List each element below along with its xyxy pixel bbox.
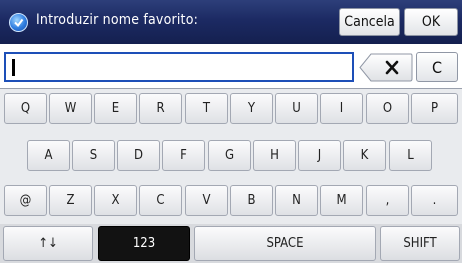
key[interactable]: N [275,185,318,216]
key[interactable]: S [72,140,115,171]
help-circle-icon [9,13,28,32]
cancel-button[interactable]: Cancela [339,8,400,36]
ok-button[interactable]: OK [404,8,458,36]
key[interactable]: W [49,93,92,124]
page-title: Introduzir nome favorito: [36,12,199,28]
key[interactable]: R [139,93,182,124]
case-toggle-button[interactable]: ↑↓ [3,226,93,261]
key[interactable]: E [94,93,137,124]
key[interactable]: G [208,140,251,171]
key[interactable]: T [185,93,228,124]
divider [0,88,462,89]
key[interactable]: V [185,185,228,216]
key[interactable]: C [139,185,182,216]
key[interactable]: L [389,140,432,171]
key[interactable]: I [320,93,363,124]
key[interactable]: A [27,140,70,171]
key[interactable]: U [275,93,318,124]
key[interactable]: Y [230,93,273,124]
clear-button[interactable]: C [416,52,458,82]
key[interactable]: , [366,185,409,216]
key[interactable]: H [253,140,296,171]
backspace-icon[interactable] [359,53,413,82]
name-input[interactable] [4,52,354,82]
shift-button[interactable]: SHIFT [380,226,460,261]
key[interactable]: @ [4,185,47,216]
key[interactable]: F [162,140,205,171]
title-bar: Introduzir nome favorito: Cancela OK [0,0,462,44]
text-caret [12,59,15,76]
space-button[interactable]: SPACE [194,226,376,261]
key[interactable]: X [94,185,137,216]
key[interactable]: K [343,140,386,171]
key[interactable]: Z [49,185,92,216]
numbers-button[interactable]: 123 [98,226,190,261]
key[interactable]: J [298,140,341,171]
key[interactable]: Q [4,93,47,124]
key[interactable]: O [366,93,409,124]
key[interactable]: P [411,93,458,124]
key[interactable]: . [411,185,458,216]
key[interactable]: D [117,140,160,171]
keyboard-screen: Introduzir nome favorito: Cancela OK C Q… [0,0,462,263]
key[interactable]: M [320,185,363,216]
key[interactable]: B [230,185,273,216]
